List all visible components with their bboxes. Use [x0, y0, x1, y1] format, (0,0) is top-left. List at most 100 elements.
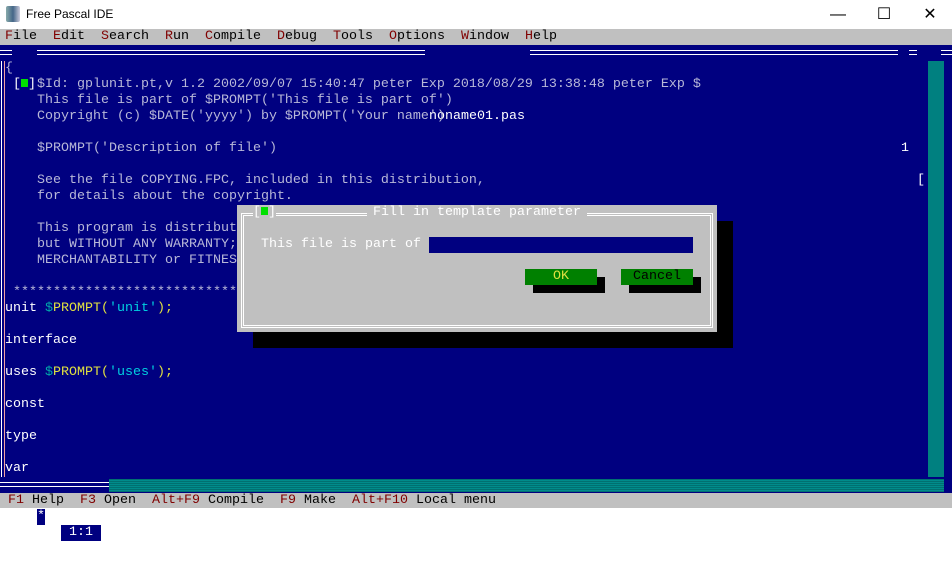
status-item-make[interactable]: F9 Make [280, 493, 336, 508]
menu-label: earch [109, 29, 149, 44]
status-key: F3 [80, 493, 96, 508]
code-token: See the file COPYING.FPC, included in th… [5, 173, 485, 188]
code-token: const [5, 397, 45, 412]
code-token: $ [45, 365, 53, 380]
menu-bar: File Edit Search Run Compile Debug Tools Option… [0, 29, 952, 45]
dialog-title: Fill in template parameter [367, 205, 587, 221]
cursor-position: 1:1 [61, 525, 101, 541]
status-item-compile[interactable]: Alt+F9 Compile [152, 493, 264, 508]
menu-hotkey: E [53, 29, 61, 44]
template-parameter-dialog: [] Fill in template parameter This file … [237, 205, 717, 332]
menu-label: dit [61, 29, 85, 44]
code-line: for details about the copyright. [5, 189, 701, 205]
menu-label: un [173, 29, 189, 44]
menu-tools[interactable]: Tools [333, 29, 373, 45]
status-label: Local menu [408, 493, 496, 508]
code-token: ); [157, 365, 173, 380]
app-icon [6, 6, 20, 22]
menu-hotkey: C [205, 29, 213, 44]
cancel-button[interactable]: Cancel [621, 269, 693, 285]
status-bar: F1 Help F3 Open Alt+F9 Compile F9 Make A… [0, 493, 952, 508]
close-icon [261, 207, 268, 216]
code-token: 'unit' [109, 301, 157, 316]
menu-hotkey: R [165, 29, 173, 44]
parameter-input[interactable] [429, 237, 693, 253]
status-label: Compile [200, 493, 264, 508]
code-token: 'uses' [109, 365, 157, 380]
code-token: This file is part of $PROMPT('This file … [5, 93, 453, 108]
maximize-button[interactable]: ☐ [861, 0, 907, 29]
menu-compile[interactable]: Compile [205, 29, 261, 45]
menu-hotkey: S [101, 29, 109, 44]
code-token: PROMPT( [53, 365, 109, 380]
menu-search[interactable]: Search [101, 29, 149, 45]
menu-label: elp [533, 29, 557, 44]
status-key: Alt+F10 [352, 493, 408, 508]
menu-label: ebug [285, 29, 317, 44]
minimize-button[interactable]: — [815, 0, 861, 29]
code-line: This file is part of $PROMPT('This file … [5, 93, 701, 109]
code-token: for details about the copyright. [5, 189, 293, 204]
code-token: uses [5, 365, 45, 380]
ok-button[interactable]: OK [525, 269, 597, 285]
menu-hotkey: T [333, 29, 341, 44]
status-item-local-menu[interactable]: Alt+F10 Local menu [352, 493, 496, 508]
modified-indicator: * [37, 509, 45, 525]
menu-debug[interactable]: Debug [277, 29, 317, 45]
status-label: Open [96, 493, 136, 508]
window-title: Free Pascal IDE [26, 7, 114, 21]
menu-options[interactable]: Options [389, 29, 445, 45]
code-line: $Id: gplunit.pt,v 1.2 2002/09/07 15:40:4… [5, 77, 701, 93]
menu-label: ompile [213, 29, 261, 44]
editor-frame-top: [] noname01.pas 1 [⇕] [0, 45, 952, 188]
code-token: $ [45, 301, 53, 316]
menu-edit[interactable]: Edit [53, 29, 85, 45]
code-line: Copyright (c) $DATE('yyyy') by $PROMPT('… [5, 109, 701, 125]
menu-help[interactable]: Help [525, 29, 557, 45]
editor-frame-bottom: * 1:1 [0, 477, 952, 541]
code-token: Copyright (c) $DATE('yyyy') by $PROMPT('… [5, 109, 445, 124]
menu-hotkey: D [277, 29, 285, 44]
menu-label: ptions [397, 29, 445, 44]
menu-hotkey: W [461, 29, 469, 44]
code-token: unit [5, 301, 45, 316]
dialog-close-button[interactable]: [] [253, 205, 276, 221]
code-line: const [5, 397, 701, 413]
close-button[interactable]: ✕ [907, 0, 952, 29]
code-token: ); [157, 301, 173, 316]
code-token: type [5, 429, 37, 444]
code-token: var [5, 461, 29, 476]
status-item-help[interactable]: F1 Help [8, 493, 64, 508]
menu-run[interactable]: Run [165, 29, 189, 45]
menu-label: ile [13, 29, 37, 44]
status-key: Alt+F9 [152, 493, 200, 508]
code-line: { [5, 61, 701, 77]
menu-window[interactable]: Window [461, 29, 509, 45]
status-key: F9 [280, 493, 296, 508]
status-item-open[interactable]: F3 Open [80, 493, 136, 508]
vertical-scrollbar[interactable] [928, 61, 944, 477]
menu-file[interactable]: File [5, 29, 37, 45]
code-token: PROMPT( [53, 301, 109, 316]
menu-label: indow [469, 29, 509, 44]
code-token: interface [5, 333, 77, 348]
code-line: type [5, 429, 701, 445]
menu-label: ools [341, 29, 373, 44]
code-line: $PROMPT('Description of file') [5, 141, 701, 157]
title-bar: Free Pascal IDE — ☐ ✕ [0, 0, 952, 29]
code-token: $Id: gplunit.pt,v 1.2 2002/09/07 15:40:4… [5, 77, 701, 92]
code-token: { [5, 61, 13, 76]
code-line: var [5, 461, 701, 477]
code-line: See the file COPYING.FPC, included in th… [5, 173, 701, 189]
parameter-label: This file is part of [261, 237, 421, 252]
status-label: Make [296, 493, 336, 508]
menu-hotkey: F [5, 29, 13, 44]
status-key: F1 [8, 493, 24, 508]
code-token: $PROMPT('Description of file') [5, 141, 277, 156]
horizontal-scrollbar[interactable] [109, 479, 944, 492]
menu-hotkey: H [525, 29, 533, 44]
